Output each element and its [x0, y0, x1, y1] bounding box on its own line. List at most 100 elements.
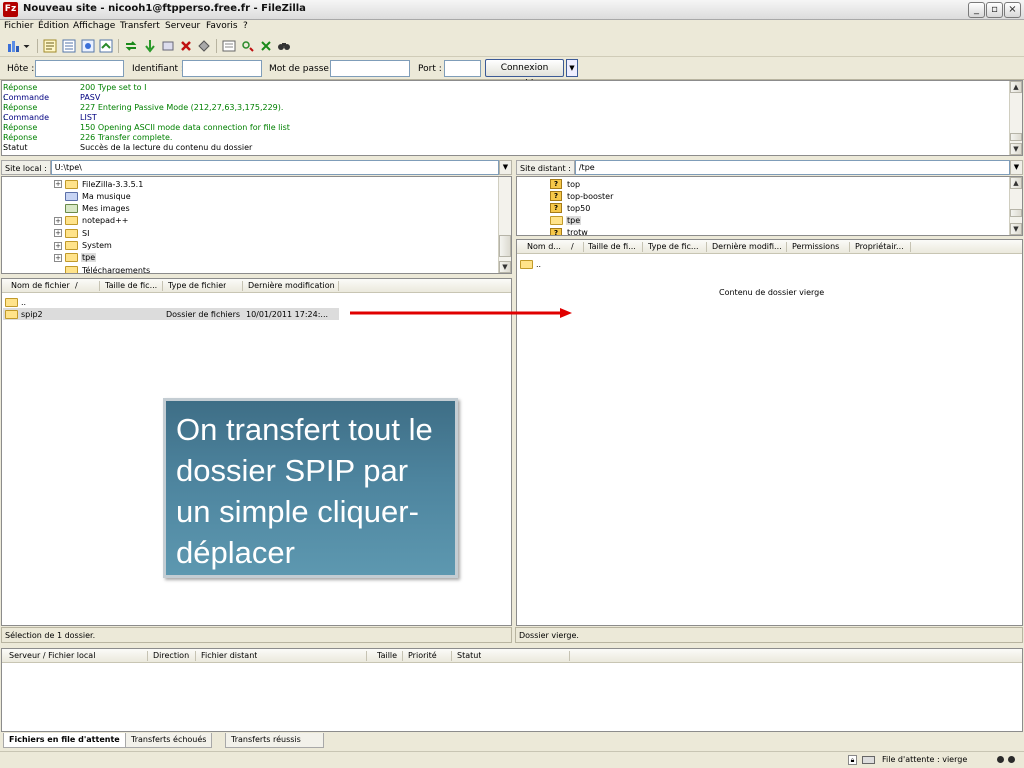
list-item-parent[interactable]: ..: [520, 258, 541, 270]
menu-serveur[interactable]: Serveur: [165, 21, 200, 31]
col-direction[interactable]: Direction: [153, 651, 189, 660]
log-scrollbar[interactable]: ▲ ▼: [1009, 81, 1022, 155]
col-modified[interactable]: Dernière modification: [248, 281, 335, 290]
remote-file-list: Nom d... / Taille de fi... Type de fic..…: [516, 239, 1023, 626]
list-item-spip2[interactable]: spip2 Dossier de fichiers 10/01/2011 17:…: [3, 308, 339, 320]
cancel-icon[interactable]: [160, 38, 176, 54]
menu-help[interactable]: ?: [243, 21, 248, 31]
tree-item[interactable]: + SI: [54, 227, 90, 239]
col-filetype[interactable]: Type de fic...: [648, 242, 705, 251]
tree-item[interactable]: ? top: [550, 178, 581, 190]
remote-tree-scrollbar[interactable]: ▲ ▼: [1009, 177, 1022, 235]
toggle-remote-tree-icon[interactable]: [80, 38, 96, 54]
remote-tree: ? top? top-booster? top50 tpe? trotw ▲ ▼: [516, 176, 1023, 236]
filter-icon[interactable]: [221, 38, 237, 54]
col-status[interactable]: Statut: [457, 651, 481, 660]
speed-limit-icon[interactable]: [862, 756, 875, 764]
menu-affichage[interactable]: Affichage: [73, 21, 115, 31]
remote-path-dropdown-icon[interactable]: ▼: [1010, 160, 1023, 175]
col-filetype[interactable]: Type de fichier: [168, 281, 226, 290]
tree-item[interactable]: Ma musique: [54, 190, 132, 202]
site-manager-icon[interactable]: [6, 38, 22, 54]
col-filesize[interactable]: Taille de fic...: [105, 281, 160, 290]
scroll-thumb[interactable]: [1010, 209, 1022, 217]
tree-item[interactable]: ? trotw: [550, 227, 589, 235]
tree-item[interactable]: Mes images: [54, 203, 131, 215]
queue-column-header: Serveur / Fichier local Direction Fichie…: [2, 649, 1022, 663]
menu-fichier[interactable]: Fichier: [4, 21, 33, 31]
scroll-up-icon[interactable]: ▲: [1010, 177, 1022, 189]
quickconnect-button[interactable]: Connexion rapide: [485, 59, 564, 89]
disconnect-icon[interactable]: [178, 38, 194, 54]
site-manager-dropdown-icon[interactable]: [22, 38, 31, 54]
find-icon[interactable]: [276, 38, 292, 54]
folder-icon: [65, 179, 78, 189]
menu-favoris[interactable]: Favoris: [206, 21, 238, 31]
expand-icon[interactable]: +: [54, 229, 62, 238]
compare-icon[interactable]: [240, 38, 256, 54]
tree-item[interactable]: + notepad++: [54, 215, 130, 227]
unknown-folder-icon: ?: [550, 203, 562, 214]
toggle-local-tree-icon[interactable]: [61, 38, 77, 54]
scroll-down-icon[interactable]: ▼: [1010, 143, 1022, 155]
local-path-input[interactable]: U:\tpe\: [50, 160, 499, 175]
password-input[interactable]: [330, 60, 410, 77]
expand-icon[interactable]: +: [54, 216, 62, 225]
quickconnect-bar: Hôte : Identifiant : Mot de passe : Port…: [0, 58, 1024, 89]
scroll-down-icon[interactable]: ▼: [499, 261, 511, 273]
remote-site-label: Site distant :: [516, 160, 575, 175]
tree-item[interactable]: tpe: [550, 215, 582, 227]
col-filename[interactable]: Nom de fichier: [11, 281, 70, 290]
local-path-dropdown-icon[interactable]: ▼: [499, 160, 512, 175]
col-size[interactable]: Taille: [377, 651, 397, 660]
tab-queued-files[interactable]: Fichiers en file d'attente: [3, 733, 126, 748]
close-button[interactable]: ×: [1004, 2, 1021, 18]
tree-item[interactable]: ? top50: [550, 202, 591, 214]
col-filename[interactable]: Nom d...: [527, 242, 561, 251]
expand-icon[interactable]: +: [54, 241, 62, 250]
tree-item[interactable]: + tpe: [54, 252, 97, 264]
process-queue-icon[interactable]: [142, 38, 158, 54]
col-priority[interactable]: Priorité: [408, 651, 437, 660]
col-permissions[interactable]: Permissions: [792, 242, 839, 251]
col-remote-file[interactable]: Fichier distant: [201, 651, 257, 660]
tab-successful-transfers[interactable]: Transferts réussis: [225, 733, 324, 748]
tab-failed-transfers[interactable]: Transferts échoués: [125, 733, 213, 748]
col-modified[interactable]: Dernière modifi...: [712, 242, 784, 251]
scroll-thumb[interactable]: [499, 235, 511, 257]
tree-item-label: top-booster: [567, 191, 614, 201]
scroll-thumb[interactable]: [1010, 133, 1022, 141]
toggle-queue-icon[interactable]: [98, 38, 114, 54]
tree-item[interactable]: + FileZilla-3.3.5.1: [54, 178, 144, 190]
toggle-log-icon[interactable]: [42, 38, 58, 54]
sync-browse-icon[interactable]: [258, 38, 274, 54]
menu-transfert[interactable]: Transfert: [120, 21, 160, 31]
local-tree-scrollbar[interactable]: ▼: [498, 177, 511, 273]
quickconnect-dropdown-icon[interactable]: ▼: [566, 59, 578, 77]
folder-icon: [65, 253, 78, 263]
tree-item[interactable]: Téléchargements: [54, 264, 151, 273]
col-filesize[interactable]: Taille de fi...: [588, 242, 640, 251]
scroll-down-icon[interactable]: ▼: [1010, 223, 1022, 235]
remote-path-input[interactable]: /tpe: [574, 160, 1010, 175]
col-owner[interactable]: Propriétair...: [855, 242, 904, 251]
tree-item[interactable]: + System: [54, 240, 113, 252]
expand-icon[interactable]: +: [54, 253, 62, 262]
host-input[interactable]: [35, 60, 124, 77]
scroll-up-icon[interactable]: ▲: [1010, 81, 1022, 93]
col-server-local[interactable]: Serveur / Fichier local: [9, 651, 95, 660]
user-input[interactable]: [182, 60, 262, 77]
expand-icon[interactable]: +: [54, 180, 62, 188]
callout-text: On transfert tout le dossier SPIP par un…: [176, 412, 433, 570]
tree-item-label: System: [82, 241, 112, 250]
refresh-icon[interactable]: [123, 38, 139, 54]
folder-icon: [65, 265, 78, 273]
restore-button[interactable]: ▫: [986, 2, 1003, 18]
port-input[interactable]: [444, 60, 481, 77]
local-tree: + FileZilla-3.3.5.1 Ma musique Mes images + n…: [1, 176, 512, 274]
tree-item[interactable]: ? top-booster: [550, 190, 614, 202]
menu-edition[interactable]: Édition: [38, 21, 69, 31]
reconnect-icon[interactable]: [196, 38, 212, 54]
list-item-parent[interactable]: ..: [5, 296, 26, 308]
minimize-button[interactable]: _: [968, 2, 985, 18]
